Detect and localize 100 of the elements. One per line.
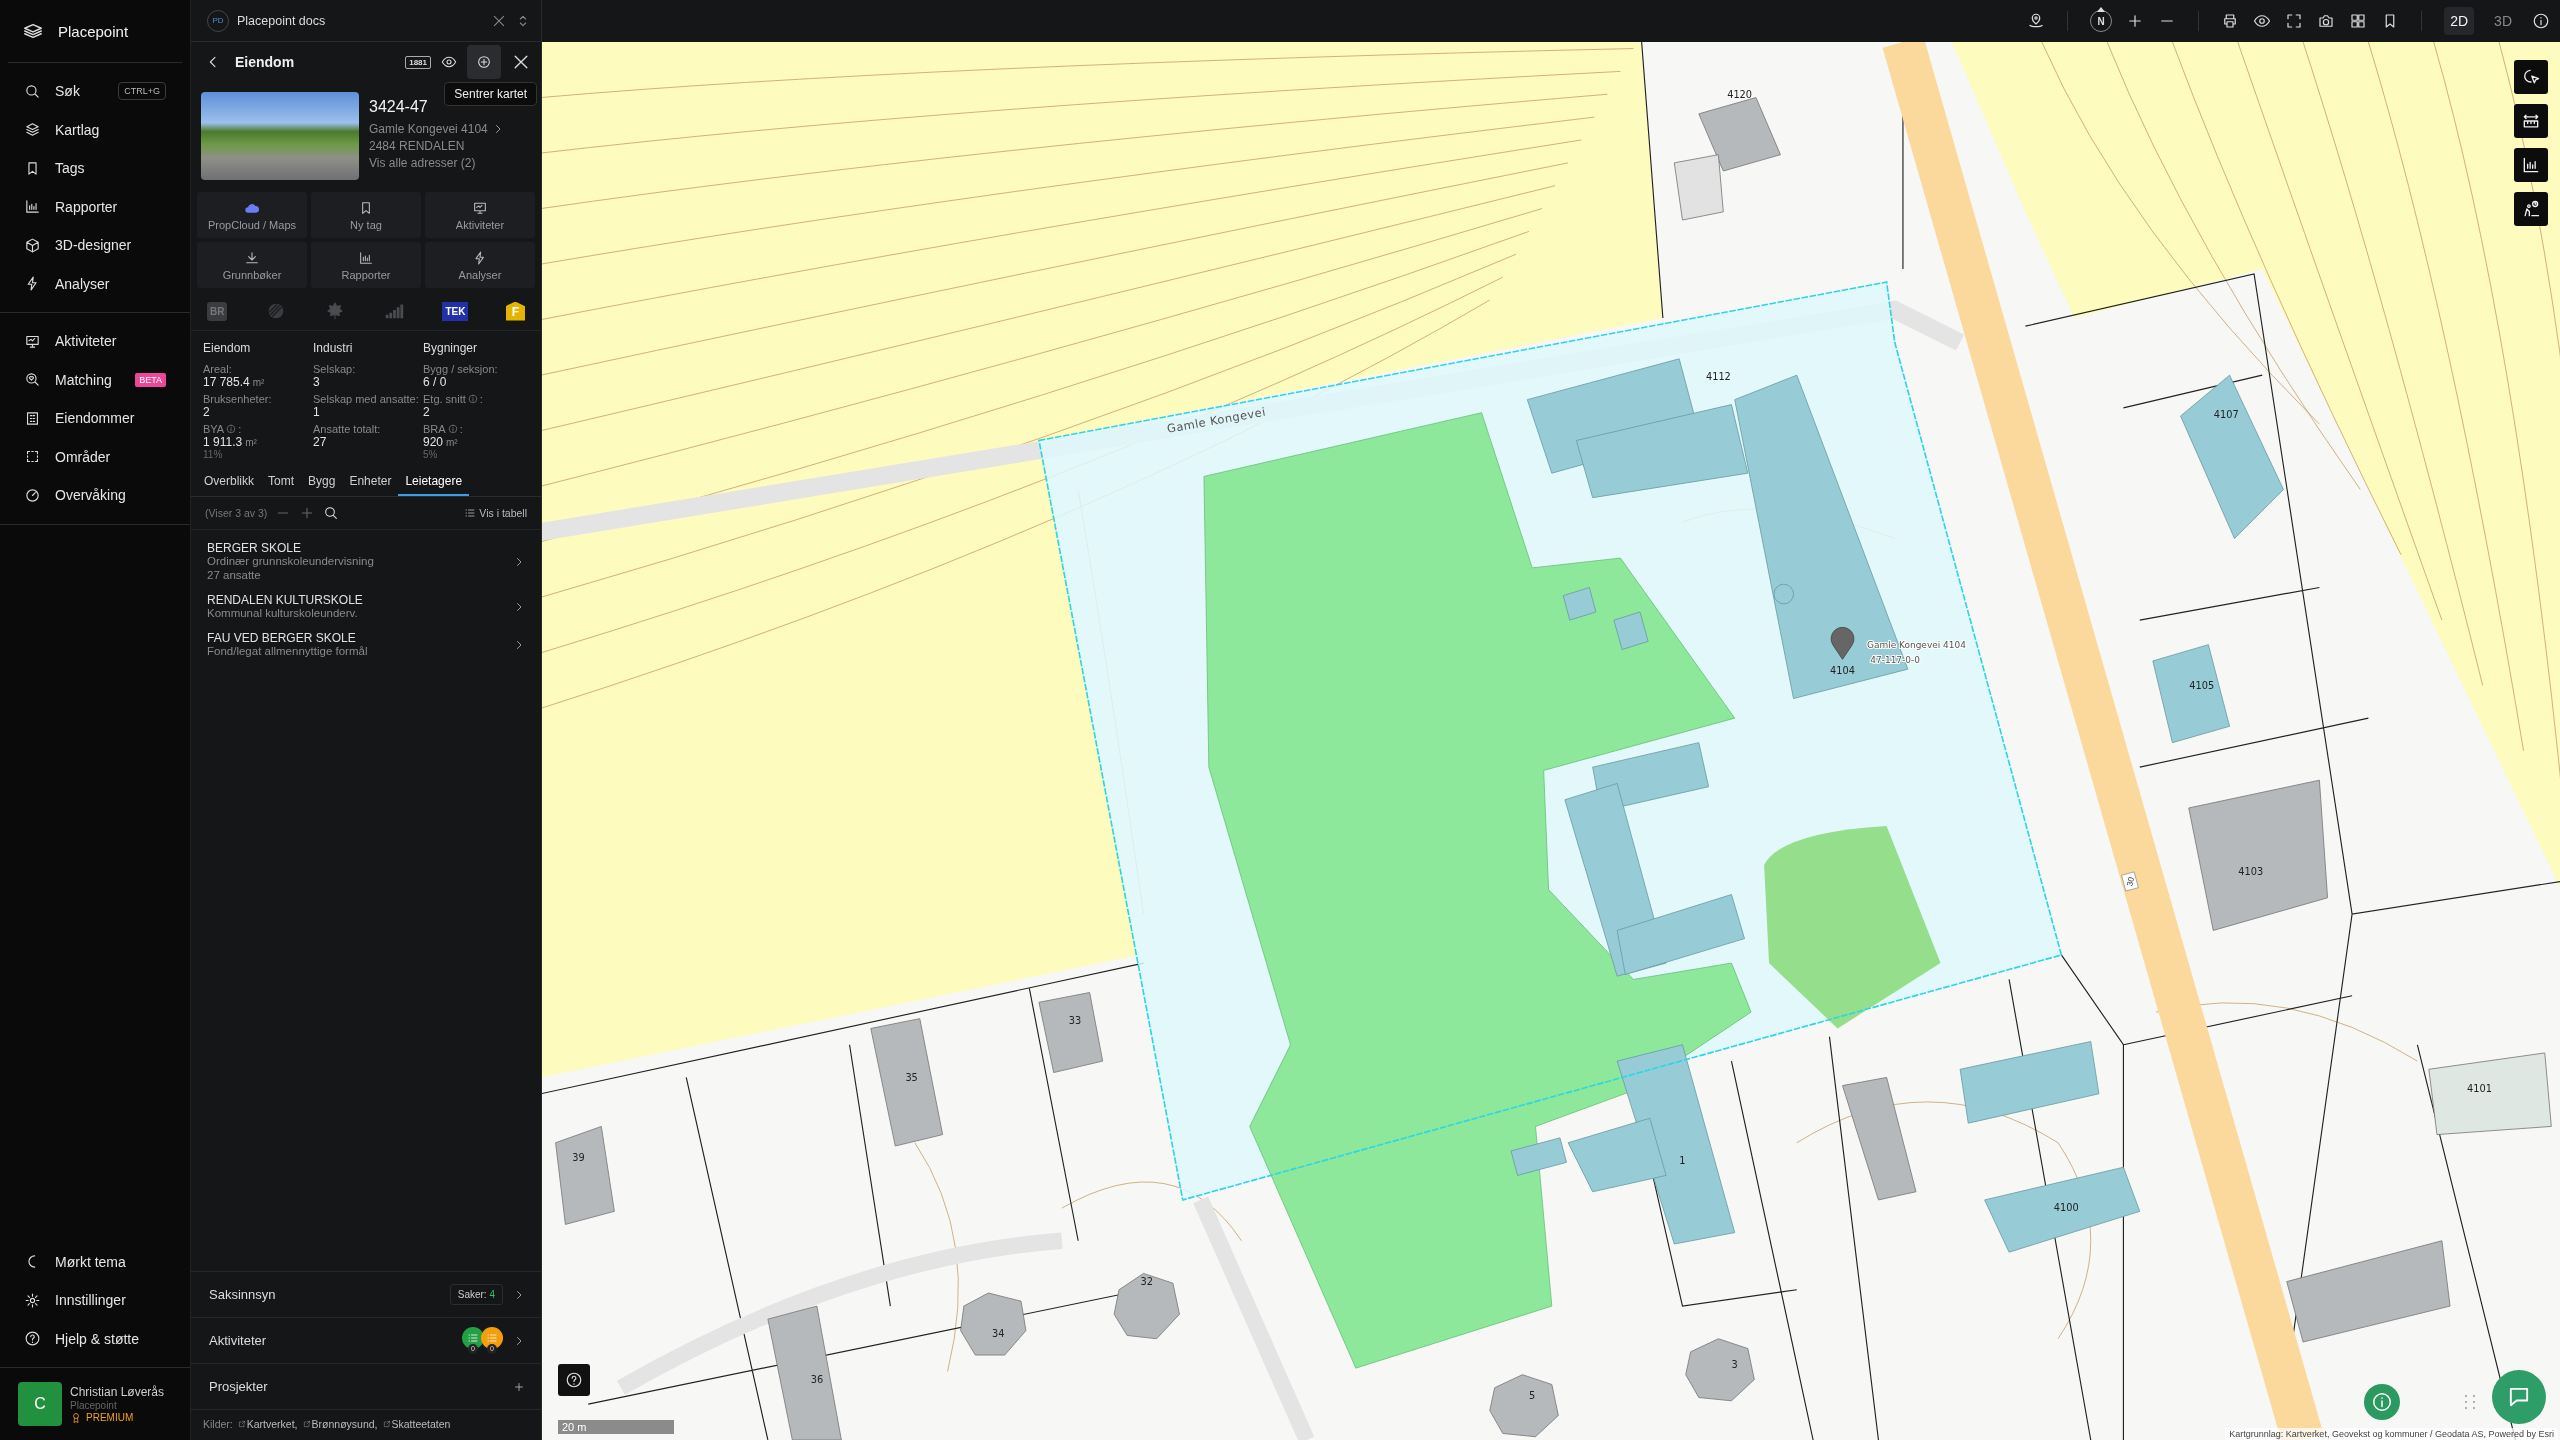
heart-search-icon [24,371,41,389]
stat-value: 1 911.3 [203,435,243,450]
tab[interactable]: Overblikk [197,468,261,497]
user-organization: Placepoint [70,1399,118,1411]
tab[interactable]: Tomt [261,468,302,497]
action-tile[interactable]: Ny tag [311,192,421,238]
list-icon [486,1332,498,1344]
search-icon [24,82,41,100]
search-icon[interactable] [323,505,340,522]
tenant-row[interactable]: FAU VED BERGER SKOLE Fond/legat allmennyttige formål [191,625,541,664]
route-marker: 30 [2121,871,2139,892]
tenant-name: RENDALEN KULTURSKOLE [207,592,364,607]
eye-icon[interactable] [2253,12,2272,30]
source-link[interactable]: Kartverket, [237,1418,298,1430]
help-icon [565,1371,583,1389]
building-number: 34 [991,1328,1005,1340]
action-tile[interactable]: Analyser [425,242,535,288]
tenant-detail: Ordinær grunnskoleundervisning [207,555,375,570]
stat-unit: m² [245,437,257,449]
bar-chart-icon [358,249,374,266]
nav-item[interactable]: Rapporter [8,187,182,226]
location-pin-icon[interactable] [1830,626,1855,660]
tenant-row[interactable]: RENDALEN KULTURSKOLE Kommunal kulturskoleunderv. [191,587,541,626]
nav-item[interactable]: Analyser [8,264,182,303]
plus-icon[interactable] [513,1380,525,1393]
nav-item[interactable]: Innstillinger [8,1281,182,1320]
building-number: 4104 [1830,665,1855,677]
help-button[interactable] [558,1364,590,1396]
tab[interactable]: Enheter [342,468,399,497]
view-mode-button[interactable]: 2D [2444,7,2475,35]
building-number: 4112 [1705,371,1731,383]
all-addresses-link[interactable]: Vis alle adresser (2) [369,156,504,170]
user-avatar[interactable]: C [18,1382,62,1426]
postal-address: 2484 RENDALEN [369,139,466,153]
travel-time-button[interactable] [2514,192,2548,226]
nav-item[interactable]: Kartlag [8,110,182,149]
tab[interactable]: Leietagere [398,468,470,497]
crosshair-icon [476,54,492,70]
label-colon: : [459,423,463,436]
gauge-icon [24,486,41,504]
tab[interactable]: Bygg [301,468,343,497]
nav-item[interactable]: Tags [8,149,182,188]
building-number: 36 [810,1373,824,1385]
chart-tool-button[interactable] [2514,148,2548,182]
nav-item[interactable]: 3D-designer [8,226,182,265]
label-colon: : [479,393,483,406]
table-view-link[interactable]: Vis i tabell [464,507,527,520]
nav-item[interactable]: Søk CTRL+G [8,72,182,111]
phonebook-button[interactable]: 1881 [405,55,431,69]
action-tile[interactable]: Rapporter [311,242,421,288]
nav-item[interactable]: Overvåking [8,476,182,515]
eye-icon[interactable] [441,54,457,70]
bar-chart-icon [24,198,41,216]
download-icon [244,249,260,266]
settings-icon [24,1291,41,1309]
stat-label: Bruksenheter: [203,393,272,406]
building-number: 4100 [2053,1202,2079,1214]
sources-label: Kilder: [203,1418,233,1430]
view-mode-button[interactable]: 3D [2488,7,2518,35]
measure-tool-button[interactable] [2514,104,2548,138]
info-icon [2371,1391,2393,1413]
source-link[interactable]: Skatteetaten [382,1418,451,1430]
action-tile[interactable]: Aktiviteter [425,192,535,238]
fullscreen-icon[interactable] [2285,12,2304,30]
property-id: 3424-47 [369,98,429,116]
nav-item[interactable]: Mørkt tema [8,1242,182,1281]
pin-label: Gamle Kongevei 4104 [1867,639,1966,650]
shortcut-hint: CTRL+G [118,82,166,101]
action-tile[interactable]: PropCloud / Maps [197,192,307,238]
stat-label: Selskap med ansatte: [313,393,419,406]
location-user-icon[interactable] [2027,12,2046,30]
action-tile[interactable]: Grunnbøker [197,242,307,288]
center-map-button[interactable] [467,45,501,79]
nav-item[interactable]: Hjelp & støtte [8,1319,182,1358]
nav-item[interactable]: Eiendommer [8,399,182,438]
building-number: 4101 [2467,1083,2492,1095]
stat-label: Selskap: [313,363,356,376]
stat-unit: m² [252,377,265,389]
building-number: 3 [1731,1359,1738,1371]
brand-name: Placepoint [58,22,129,40]
tiles-icon[interactable] [2349,12,2368,30]
tek-tag[interactable]: TEK [442,301,469,321]
nav-item[interactable]: Aktiviteter [8,322,182,361]
select-tool-button[interactable] [2514,60,2548,94]
nav-item[interactable]: Områder [8,437,182,476]
stat-label: Ansatte totalt: [313,423,381,436]
stat-label: Areal: [203,363,232,376]
source-link[interactable]: Brønnøysund, [302,1418,378,1430]
tooltip: Sentrer kartet [444,82,537,106]
tenant-detail: Kommunal kulturskoleunderv. [207,606,359,621]
section-row[interactable]: Prosjekter [191,1363,541,1409]
tenant-row[interactable]: BERGER SKOLE Ordinær grunnskoleundervisning 27 ansatte [191,536,541,588]
section-row[interactable]: Saksinnsyn Saker: 4 [191,1271,541,1317]
section-title: Saksinnsyn [209,1287,277,1302]
camera-icon[interactable] [2317,12,2336,30]
list-icon [464,507,477,520]
stat-value: 1 [313,405,320,420]
building-number: 5 [1529,1390,1536,1402]
nav-item[interactable]: Matching BETA [8,360,182,399]
street-photo-placeholder[interactable] [201,92,359,180]
